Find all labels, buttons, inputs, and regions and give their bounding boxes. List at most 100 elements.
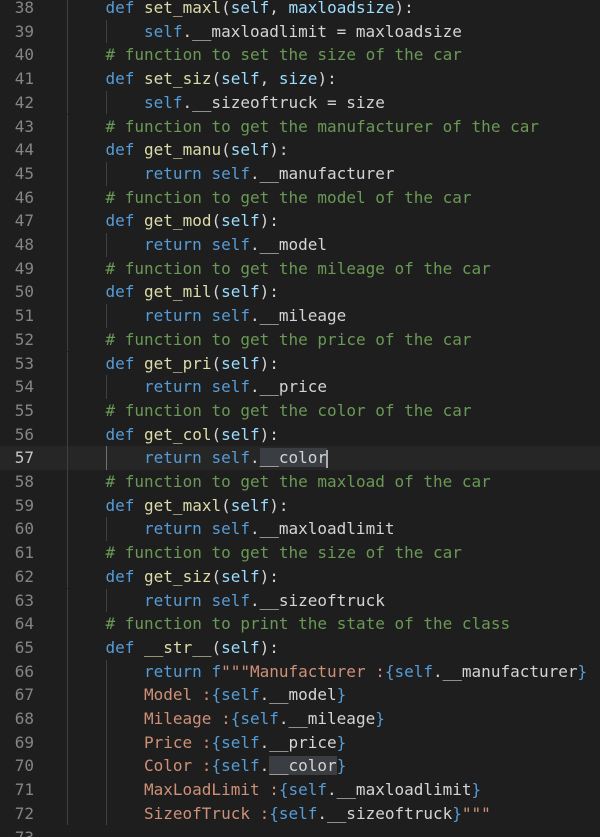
indent-guide — [105, 730, 107, 755]
line-number: 63 — [14, 590, 34, 610]
code-token: set_siz — [144, 69, 212, 89]
code-line[interactable]: 60 return self.__maxloadlimit — [0, 517, 600, 542]
code-token: { — [211, 685, 222, 705]
code-text: Mileage :{self.__mileage} — [144, 707, 385, 731]
code-line[interactable]: 62 def get_siz(self): — [0, 564, 600, 589]
code-line[interactable]: 56 def get_col(self): — [0, 422, 600, 447]
code-line[interactable]: 49 # function to get the mileage of the c… — [0, 256, 600, 281]
code-editor[interactable]: 38 def set_maxl(self, maxloadsize): 39 self… — [0, 0, 600, 837]
code-token: ( — [221, 140, 231, 160]
code-token: } — [471, 780, 482, 800]
code-line[interactable]: 65 def __str__(self): — [0, 635, 600, 660]
indent-guide — [105, 801, 107, 826]
indent-guide — [67, 256, 68, 281]
code-token: self — [221, 211, 260, 231]
code-token: self — [230, 140, 270, 160]
code-line[interactable]: 61 # function to get the size of the car — [0, 541, 600, 565]
code-line[interactable]: 39 self.__maxloadlimit = maxloadsize — [0, 19, 600, 44]
indent-guide — [67, 185, 68, 210]
code-line[interactable]: 59 def get_maxl(self): — [0, 493, 600, 518]
code-text: self.__maxloadlimit = maxloadsize — [144, 20, 462, 44]
indent-guide — [67, 493, 68, 518]
code-token: } — [577, 661, 588, 681]
code-token: } — [452, 803, 462, 823]
indent-guide — [105, 517, 107, 542]
code-line[interactable]: 58 # function to get the maxload of the c… — [0, 470, 600, 494]
code-token: ( — [221, 495, 231, 515]
code-token: .__price — [259, 732, 337, 752]
code-text: def get_mod(self): — [106, 209, 279, 233]
code-line[interactable]: 64 # function to print the state of the c… — [0, 612, 600, 636]
code-token: self — [211, 590, 250, 610]
line-number: 61 — [14, 543, 34, 563]
indent-guide — [67, 422, 68, 447]
code-line[interactable]: 53 def get_pri(self): — [0, 351, 600, 376]
code-token: ): — [259, 353, 279, 373]
code-line[interactable]: 50 def get_mil(self): — [0, 280, 600, 305]
code-text: def get_maxl(self): — [106, 494, 289, 518]
code-line[interactable]: 68 Mileage :{self.__mileage} — [0, 707, 600, 731]
code-text: return self.__maxloadlimit — [144, 517, 394, 541]
code-text: # function to print the state of the cla… — [106, 612, 511, 636]
code-line[interactable]: 44 def get_manu(self): — [0, 138, 600, 162]
line-number: 45 — [14, 163, 34, 183]
code-text: SizeofTruck :{self.__sizeoftruck}""" — [144, 802, 491, 826]
code-line[interactable]: 47 def get_mod(self): — [0, 209, 600, 233]
code-line[interactable]: 70 Color :{self.__color} — [0, 754, 600, 779]
code-line[interactable]: 57 return self.__color — [0, 446, 600, 470]
code-token: self — [221, 756, 260, 776]
code-token: self — [394, 661, 434, 681]
code-line[interactable]: 51 return self.__mileage — [0, 304, 600, 328]
code-line[interactable]: 72 SizeofTruck :{self.__sizeoftruck}""" — [0, 801, 600, 826]
line-number: 44 — [14, 140, 34, 160]
indent-guide — [67, 327, 68, 352]
code-line[interactable]: 71 MaxLoadLimit :{self.__maxloadlimit} — [0, 778, 600, 802]
code-text: self.__sizeoftruck = size — [144, 91, 385, 115]
indent-guide — [67, 114, 68, 139]
indent-guide — [67, 801, 68, 826]
code-token: f — [211, 661, 222, 681]
code-token: ( — [211, 211, 222, 231]
code-line[interactable]: 48 return self.__model — [0, 233, 600, 257]
indent-guide — [105, 707, 107, 731]
code-token: Price : — [144, 732, 212, 752]
code-line[interactable]: 52 # function to get the price of the car — [0, 327, 600, 352]
code-line[interactable]: 73 — [0, 826, 600, 837]
line-number: 42 — [14, 92, 34, 112]
code-line[interactable]: 63 return self.__sizeoftruck — [0, 588, 600, 613]
code-line[interactable]: 40 # function to set the size of the car — [0, 43, 600, 68]
code-token: self — [278, 803, 318, 823]
indent-guide — [67, 43, 68, 68]
code-line[interactable]: 38 def set_maxl(self, maxloadsize): — [0, 0, 600, 20]
code-token: self — [211, 448, 250, 468]
code-token: self — [144, 21, 183, 41]
indent-guide — [67, 517, 68, 542]
indent-guide — [67, 778, 68, 802]
code-line[interactable]: 42 self.__sizeoftruck = size — [0, 90, 600, 115]
code-line[interactable]: 46 # function to get the model of the car — [0, 185, 600, 210]
code-text: # function to get the mileage of the car — [106, 257, 491, 281]
code-line[interactable]: 45 return self.__manufacturer — [0, 161, 600, 186]
code-line[interactable]: 41 def set_siz(self, size): — [0, 67, 600, 91]
code-token: .__maxloadlimit — [327, 780, 472, 800]
code-text: # function to get the size of the car — [106, 541, 462, 565]
code-token: .__sizeoftruck — [249, 590, 385, 610]
code-token: ): — [317, 69, 337, 89]
code-token: ( — [211, 637, 222, 657]
indent-guide — [67, 138, 68, 162]
indent-guide — [67, 280, 68, 305]
code-text: def set_siz(self, size): — [106, 67, 337, 91]
code-line[interactable]: 43 # function to get the manufacturer of … — [0, 114, 600, 139]
indent-guide — [67, 304, 68, 328]
code-token: # function to get the color of the car — [105, 400, 472, 420]
line-number: 53 — [14, 353, 34, 373]
code-line[interactable]: 69 Price :{self.__price} — [0, 730, 600, 755]
indent-guide — [67, 209, 68, 233]
code-line[interactable]: 55 # function to get the color of the car — [0, 398, 600, 423]
code-line[interactable]: 67 Model :{self.__model} — [0, 683, 600, 707]
code-token: ): — [259, 211, 279, 231]
code-token: return — [144, 377, 212, 397]
code-token: self — [144, 92, 183, 112]
code-line[interactable]: 66 return f"""Manufacturer :{self.__manuf… — [0, 659, 600, 684]
code-line[interactable]: 54 return self.__price — [0, 375, 600, 399]
